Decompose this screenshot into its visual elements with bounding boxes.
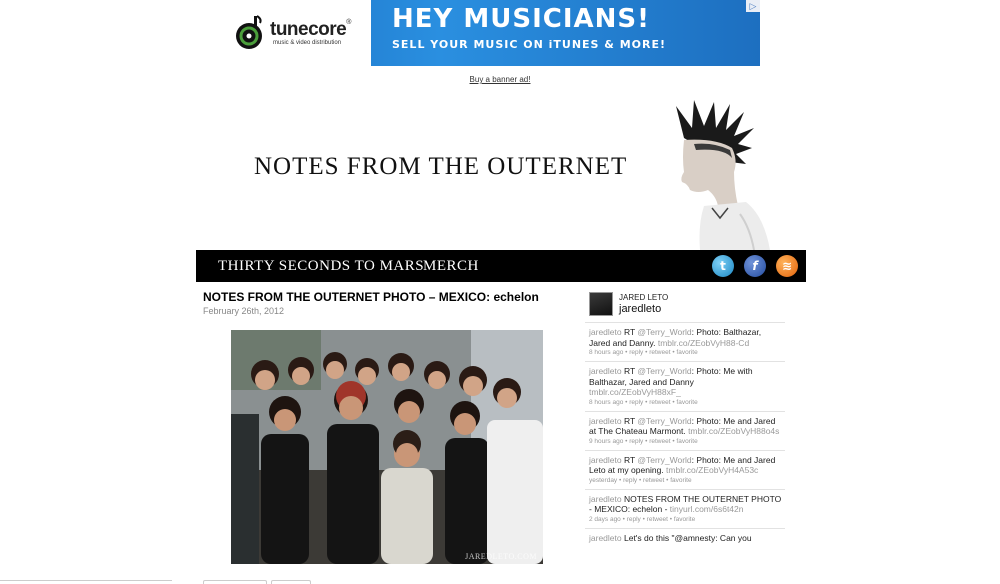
post-photo[interactable]: JAREDLETO.COM [231, 330, 543, 564]
rss-icon[interactable]: ≋ [776, 255, 798, 277]
banner-ad[interactable]: tunecore® music & video distribution HEY… [226, 0, 760, 66]
tweet: jaredleto Let's do this "@amnesty: Can y… [585, 527, 785, 548]
twitter-handle[interactable]: jaredleto [619, 303, 661, 315]
tweet-text: Let's do this "@amnesty: Can you [623, 532, 752, 543]
site-title[interactable]: NOTES FROM THE OUTERNET [254, 153, 627, 181]
twitter-icon[interactable]: t [712, 255, 734, 277]
tweet-rt: RT [623, 366, 638, 376]
tweet: jaredleto NOTES FROM THE OUTERNET PHOTO … [585, 488, 785, 528]
tweet-mention[interactable]: @Terry_World [637, 366, 691, 376]
divider-line [0, 580, 172, 581]
banner-brand: tunecore® [270, 19, 351, 41]
share-button[interactable] [203, 580, 267, 584]
tweet: jaredleto RT @Terry_World: Photo: Me and… [585, 410, 785, 450]
tweet: jaredleto RT @Terry_World: Photo: Me wit… [585, 361, 785, 411]
tweet-mention[interactable]: @Terry_World [637, 416, 691, 426]
banner-tagline: SELL YOUR MUSIC ON iTUNES & MORE! [392, 38, 667, 51]
tweet-link[interactable]: tmblr.co/ZEobVyH4A53c [666, 465, 758, 475]
tweet-meta[interactable]: 9 hours ago • reply • retweet • favorite [589, 437, 782, 446]
ad-choices-icon[interactable]: ▷ [746, 0, 760, 12]
tweet: jaredleto RT @Terry_World: Photo: Me and… [585, 449, 785, 489]
tweet-user[interactable]: jaredleto [589, 366, 622, 376]
page: tunecore® music & video distribution HEY… [0, 0, 1000, 584]
facebook-icon[interactable]: f [744, 255, 766, 277]
tweet-meta[interactable]: yesterday • reply • retweet • favorite [589, 476, 782, 485]
photo-watermark: JAREDLETO.COM [465, 552, 537, 561]
banner-brand-text: tunecore [270, 19, 347, 40]
header-portrait-image [676, 100, 770, 250]
tweet-link[interactable]: tmblr.co/ZEobVyH88-Cd [658, 338, 749, 348]
tweet-link[interactable]: tmblr.co/ZEobVyH88o4s [688, 426, 779, 436]
tweet-meta[interactable]: 8 hours ago • reply • retweet • favorite [589, 348, 782, 357]
tweet-meta[interactable]: 2 days ago • reply • retweet • favorite [589, 515, 782, 524]
like-button[interactable] [271, 580, 311, 584]
tweet-rt: RT [623, 454, 638, 465]
twitter-widget-header: JARED LETO jaredleto [589, 292, 789, 322]
twitter-display-name: JARED LETO [619, 293, 669, 302]
post-title[interactable]: NOTES FROM THE OUTERNET PHOTO – MEXICO: … [203, 290, 539, 304]
tweet-user[interactable]: jaredleto [589, 455, 622, 465]
tweet-user[interactable]: jaredleto [589, 416, 622, 426]
post-date: February 26th, 2012 [203, 306, 285, 316]
tweet-user[interactable]: jaredleto [589, 494, 622, 504]
banner-brand-suffix: ® [346, 19, 351, 26]
tweet: jaredleto RT @Terry_World: Photo: Baltha… [585, 322, 785, 361]
tweet-rt: RT [623, 327, 638, 337]
tweet-mention[interactable]: @Terry_World [637, 327, 691, 337]
twitter-avatar[interactable] [589, 292, 613, 316]
tweet-link[interactable]: tinyurl.com/6s6t42n [670, 504, 744, 514]
banner-headline: HEY MUSICIANS! [392, 4, 651, 34]
tweet-meta[interactable]: 8 hours ago • reply • retweet • favorite [589, 398, 782, 407]
tweet-list: jaredleto RT @Terry_World: Photo: Baltha… [585, 322, 785, 547]
tweet-mention[interactable]: @Terry_World [637, 455, 691, 465]
banner-brand-sub: music & video distribution [273, 40, 342, 46]
tweet-link[interactable]: tmblr.co/ZEobVyH88xF_ [589, 387, 681, 397]
group-photo-image [231, 330, 543, 564]
vinyl-disc-icon [236, 15, 262, 49]
tunecore-logo: tunecore® music & video distribution [226, 0, 371, 66]
nav-thirty-seconds-to-mars[interactable]: THIRTY SECONDS TO MARS [218, 258, 424, 275]
tweet-rt: RT [623, 415, 638, 426]
buy-banner-link[interactable]: Buy a banner ad! [0, 75, 1000, 84]
nav-merch[interactable]: MERCH [423, 258, 479, 275]
tweet-user[interactable]: jaredleto [589, 533, 622, 543]
main-navbar: THIRTY SECONDS TO MARS MERCH t f ≋ [196, 250, 806, 282]
tweet-user[interactable]: jaredleto [589, 327, 622, 337]
